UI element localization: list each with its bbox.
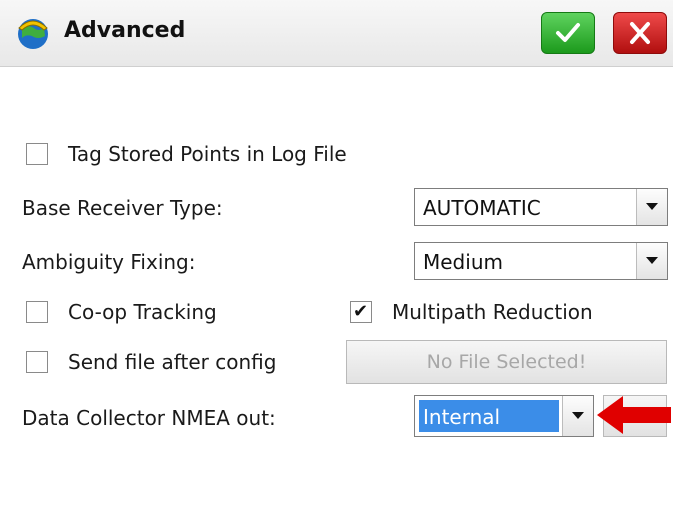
cancel-button[interactable] — [613, 12, 667, 54]
red-arrow-icon — [597, 396, 671, 434]
select-file-button-label: No File Selected! — [426, 351, 587, 373]
app-globe-icon — [18, 19, 48, 49]
checkmark-icon — [556, 23, 580, 42]
chevron-down-icon — [572, 412, 584, 419]
ambiguity-fixing-select[interactable]: Medium — [414, 242, 668, 280]
nmea-out-value: Internal — [423, 405, 501, 429]
window-title: Advanced — [64, 18, 186, 43]
base-receiver-type-label: Base Receiver Type: — [22, 196, 223, 220]
ambiguity-fixing-label: Ambiguity Fixing: — [22, 250, 196, 274]
coop-tracking-checkbox[interactable] — [26, 301, 48, 323]
ambiguity-fixing-value: Medium — [423, 250, 503, 274]
coop-tracking-label: Co-op Tracking — [68, 300, 217, 324]
nmea-out-select[interactable]: Internal — [414, 395, 594, 437]
send-file-after-config-checkbox[interactable] — [26, 351, 48, 373]
base-receiver-type-dropdown-button[interactable] — [636, 189, 667, 225]
ambiguity-fixing-dropdown-button[interactable] — [636, 243, 667, 279]
title-bar: Advanced — [0, 0, 673, 67]
base-receiver-type-value: AUTOMATIC — [423, 196, 541, 220]
tag-stored-points-checkbox[interactable] — [26, 143, 48, 165]
tag-stored-points-label: Tag Stored Points in Log File — [68, 142, 347, 166]
send-file-after-config-label: Send file after config — [68, 350, 277, 374]
multipath-reduction-label: Multipath Reduction — [392, 300, 593, 324]
chevron-down-icon — [646, 203, 658, 210]
select-file-button[interactable]: No File Selected! — [346, 340, 667, 384]
chevron-down-icon — [646, 257, 658, 264]
multipath-reduction-checkbox[interactable]: ✔ — [350, 301, 372, 323]
advanced-dialog: Advanced Tag Stored Points in Log File B… — [0, 0, 673, 520]
close-icon — [630, 22, 650, 44]
checkmark-icon: ✔ — [353, 301, 369, 322]
nmea-out-dropdown-button[interactable] — [562, 396, 593, 436]
base-receiver-type-select[interactable]: AUTOMATIC — [414, 188, 668, 226]
nmea-out-label: Data Collector NMEA out: — [22, 406, 276, 430]
ok-button[interactable] — [541, 12, 595, 54]
